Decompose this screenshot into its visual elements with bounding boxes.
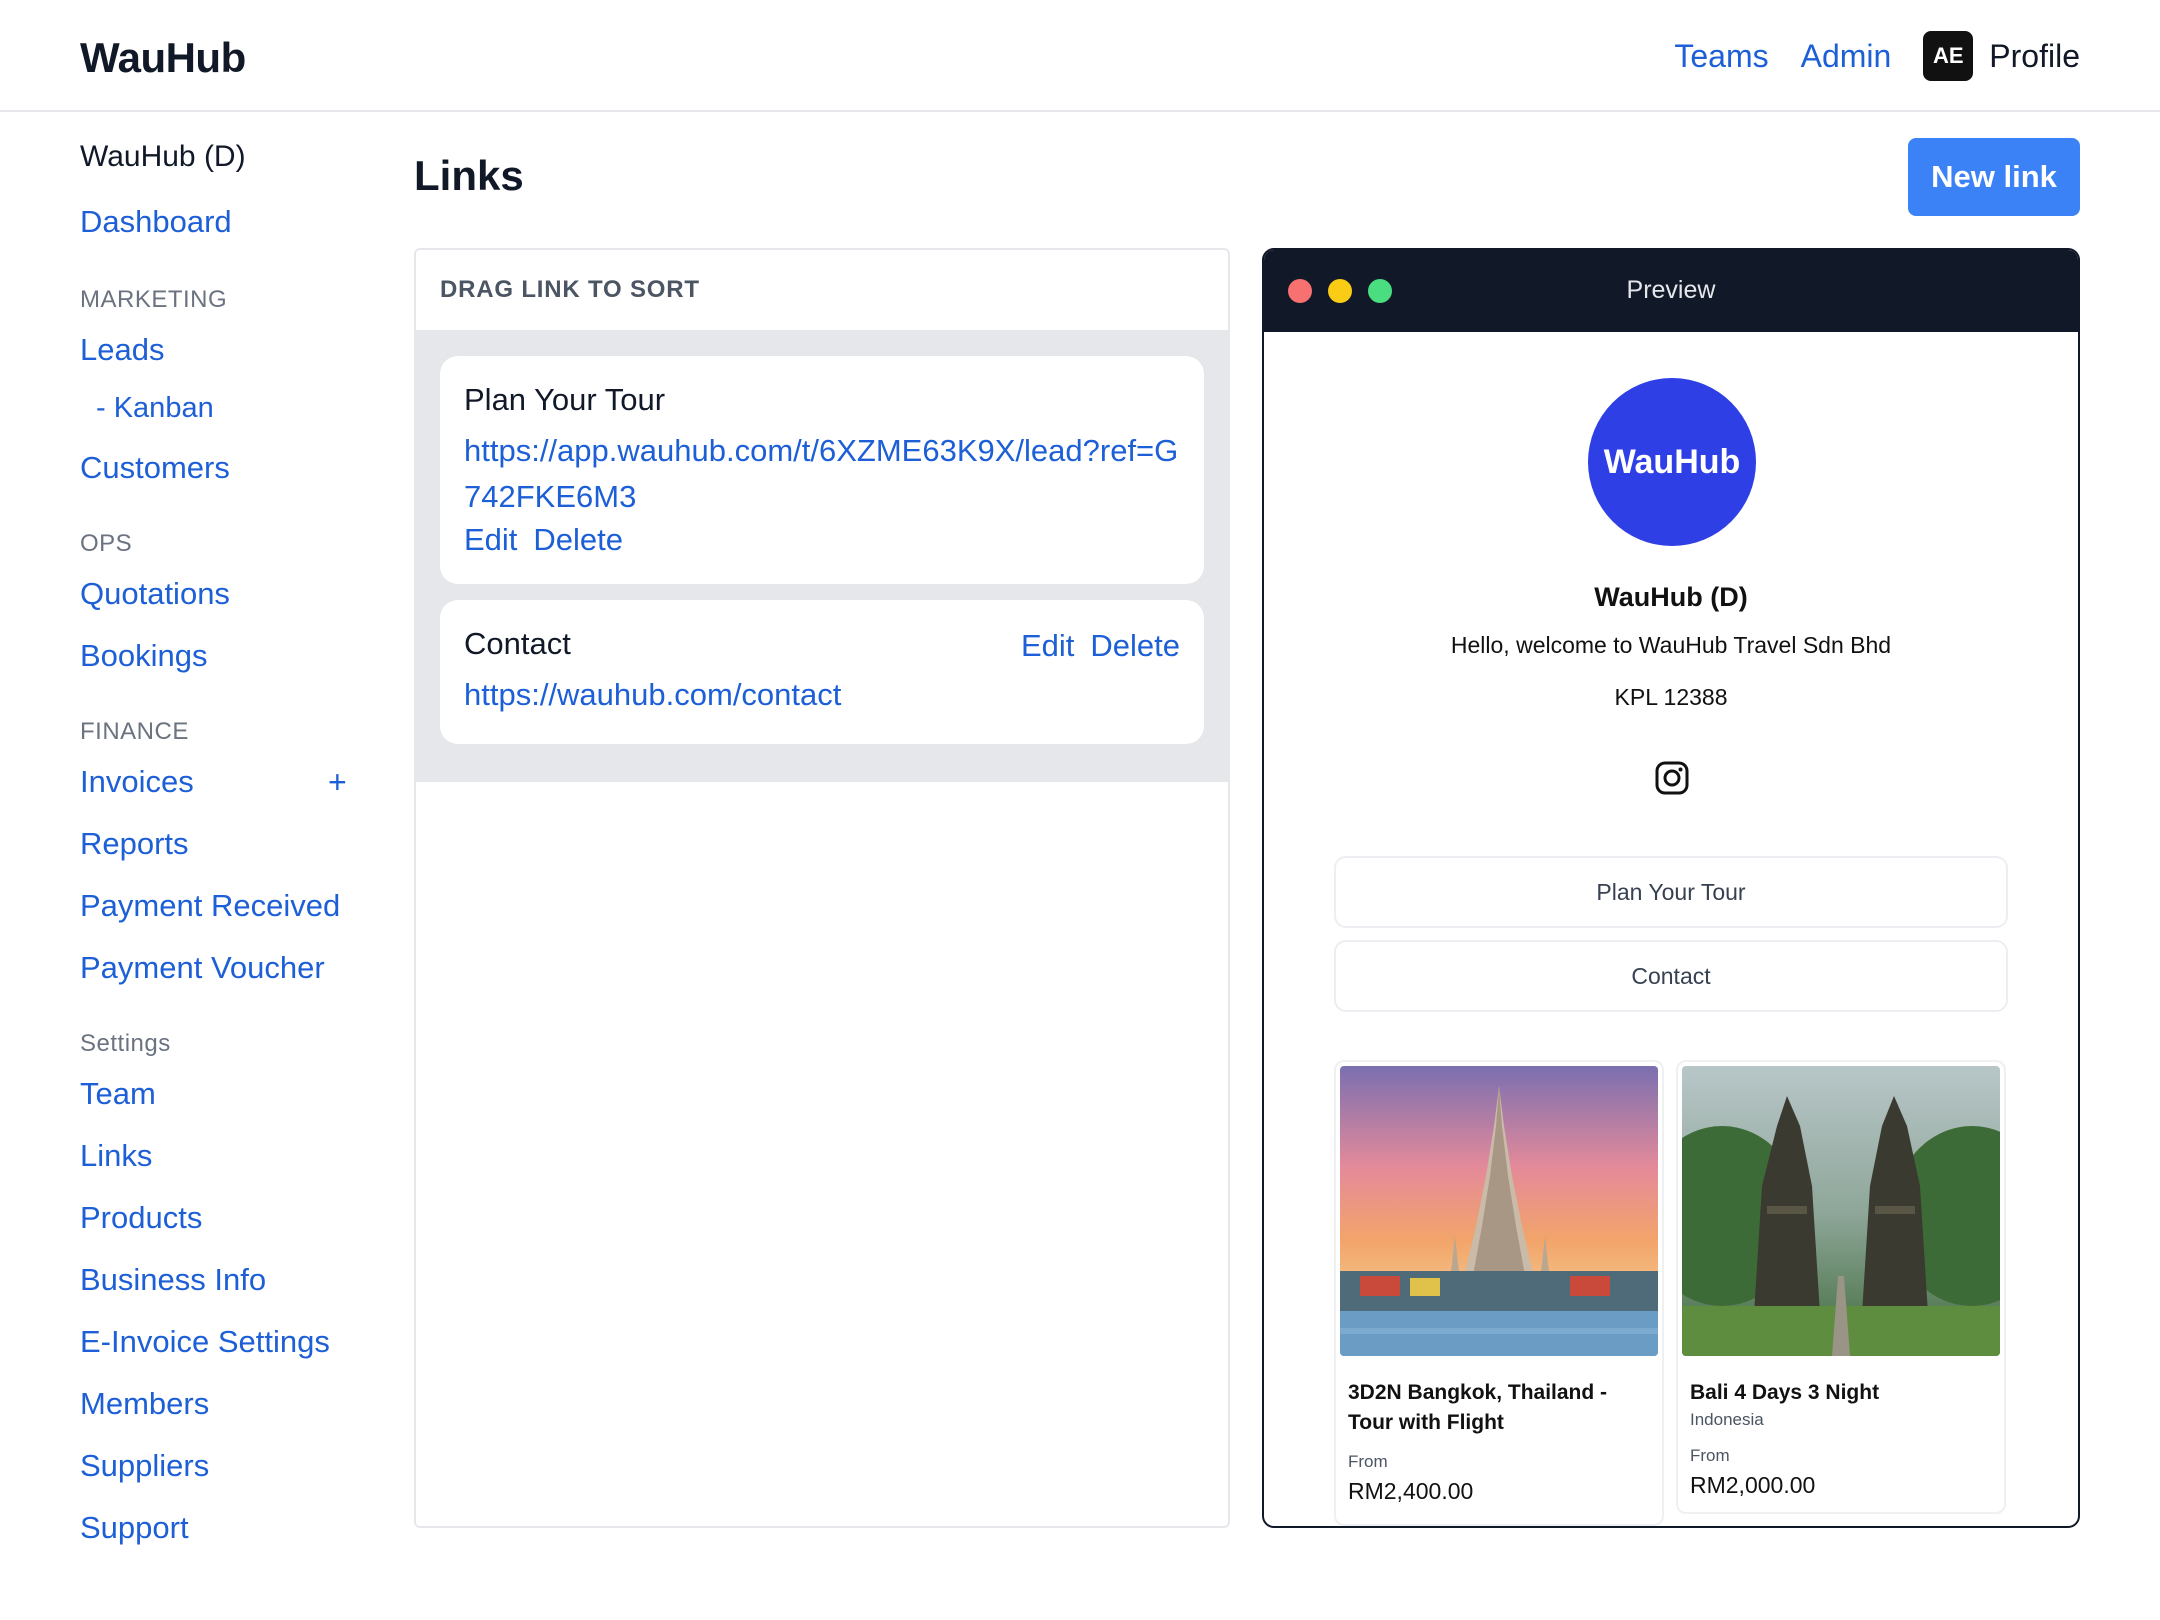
sidebar-item-products[interactable]: Products [80, 1200, 202, 1236]
nav-teams-link[interactable]: Teams [1674, 38, 1768, 75]
new-link-button[interactable]: New link [1908, 138, 2080, 216]
links-panel: DRAG LINK TO SORT Plan Your Tour https:/… [414, 248, 1230, 1528]
business-logo: WauHub [1588, 378, 1756, 546]
edit-link-button[interactable]: Edit [1021, 628, 1074, 664]
sidebar-item-members[interactable]: Members [80, 1386, 209, 1422]
product-price: RM2,400.00 [1348, 1478, 1474, 1504]
add-invoice-icon[interactable]: + [328, 764, 347, 801]
sidebar-item-links[interactable]: Links [80, 1138, 152, 1174]
top-bar: WauHub Teams Admin AE Profile [0, 0, 2160, 112]
sidebar-item-business-info[interactable]: Business Info [80, 1262, 266, 1298]
sidebar-item-leads[interactable]: Leads [80, 332, 164, 368]
sidebar-item-dashboard[interactable]: Dashboard [80, 204, 232, 240]
business-name: WauHub (D) [1594, 582, 1748, 612]
sidebar-item-support[interactable]: Support [80, 1510, 189, 1546]
preview-link-button-plan-your-tour[interactable]: Plan Your Tour [1334, 856, 2008, 928]
product-from-label: From [1690, 1446, 1730, 1465]
sidebar-item-einvoice-settings[interactable]: E-Invoice Settings [80, 1324, 330, 1360]
sidebar-item-suppliers[interactable]: Suppliers [80, 1448, 209, 1484]
link-card-contact[interactable]: Contact https://wauhub.com/contact Edit … [440, 600, 1204, 744]
links-sortable-list: Plan Your Tour https://app.wauhub.com/t/… [416, 332, 1228, 782]
sidebar-org-name: WauHub (D) [80, 140, 246, 173]
product-subtitle: Indonesia [1690, 1410, 1764, 1429]
delete-link-button[interactable]: Delete [533, 522, 623, 558]
sidebar-section-marketing: MARKETING [80, 286, 228, 313]
sidebar-section-settings: Settings [80, 1030, 171, 1057]
avatar: AE [1923, 31, 1974, 81]
link-title: Plan Your Tour [464, 382, 666, 417]
sidebar-item-bookings[interactable]: Bookings [80, 638, 208, 674]
top-nav: Teams Admin AE Profile [1674, 28, 2080, 84]
product-card-bangkok[interactable]: 3D2N Bangkok, Thailand - Tour with Fligh… [1334, 1060, 1664, 1526]
preview-title: Preview [1626, 276, 1716, 304]
profile-label: Profile [1989, 37, 2080, 74]
brand-logo[interactable]: WauHub [80, 34, 246, 82]
preview-link-button-contact[interactable]: Contact [1334, 940, 2008, 1012]
business-welcome: Hello, welcome to WauHub Travel Sdn Bhd [1450, 632, 1892, 658]
preview-body: WauHub WauHub (D) Hello, welcome to WauH… [1264, 332, 2078, 1526]
preview-title-bar: Preview [1264, 250, 2078, 332]
sidebar-section-ops: OPS [80, 530, 133, 557]
page-title: Links [414, 152, 524, 199]
link-url[interactable]: https://wauhub.com/contact [464, 677, 841, 712]
sidebar-item-kanban[interactable]: - Kanban [96, 392, 214, 425]
product-image-bali [1682, 1066, 2000, 1356]
sidebar-section-finance: FINANCE [80, 718, 189, 745]
nav-admin-link[interactable]: Admin [1801, 38, 1892, 75]
edit-link-button[interactable]: Edit [464, 522, 517, 558]
product-image-bangkok [1340, 1066, 1658, 1356]
profile-menu[interactable]: AE Profile [1923, 31, 2080, 81]
sidebar-item-invoices[interactable]: Invoices [80, 764, 194, 800]
link-url[interactable]: https://app.wauhub.com/t/6XZME63K9X/lead… [464, 433, 1178, 514]
product-title: 3D2N Bangkok, Thailand - Tour with Fligh… [1348, 1381, 1608, 1434]
product-title: Bali 4 Days 3 Night [1690, 1381, 1880, 1404]
product-card-bali[interactable]: Bali 4 Days 3 Night Indonesia From RM2,0… [1676, 1060, 2006, 1514]
instagram-icon[interactable] [1654, 760, 1690, 796]
sidebar-item-team[interactable]: Team [80, 1076, 156, 1112]
product-from-label: From [1348, 1452, 1388, 1471]
product-price: RM2,000.00 [1690, 1472, 1816, 1498]
sidebar-item-payment-received[interactable]: Payment Received [80, 888, 340, 924]
preview-window: Preview WauHub WauHub (D) Hello, welcome… [1262, 248, 2080, 1528]
links-panel-header: DRAG LINK TO SORT [416, 250, 1228, 332]
sidebar-item-reports[interactable]: Reports [80, 826, 189, 862]
sidebar-item-payment-voucher[interactable]: Payment Voucher [80, 950, 325, 986]
sidebar-item-customers[interactable]: Customers [80, 450, 230, 486]
business-license: KPL 12388 [1614, 684, 1728, 710]
link-card-plan-your-tour[interactable]: Plan Your Tour https://app.wauhub.com/t/… [440, 356, 1204, 584]
delete-link-button[interactable]: Delete [1090, 628, 1180, 664]
sidebar-item-quotations[interactable]: Quotations [80, 576, 230, 612]
